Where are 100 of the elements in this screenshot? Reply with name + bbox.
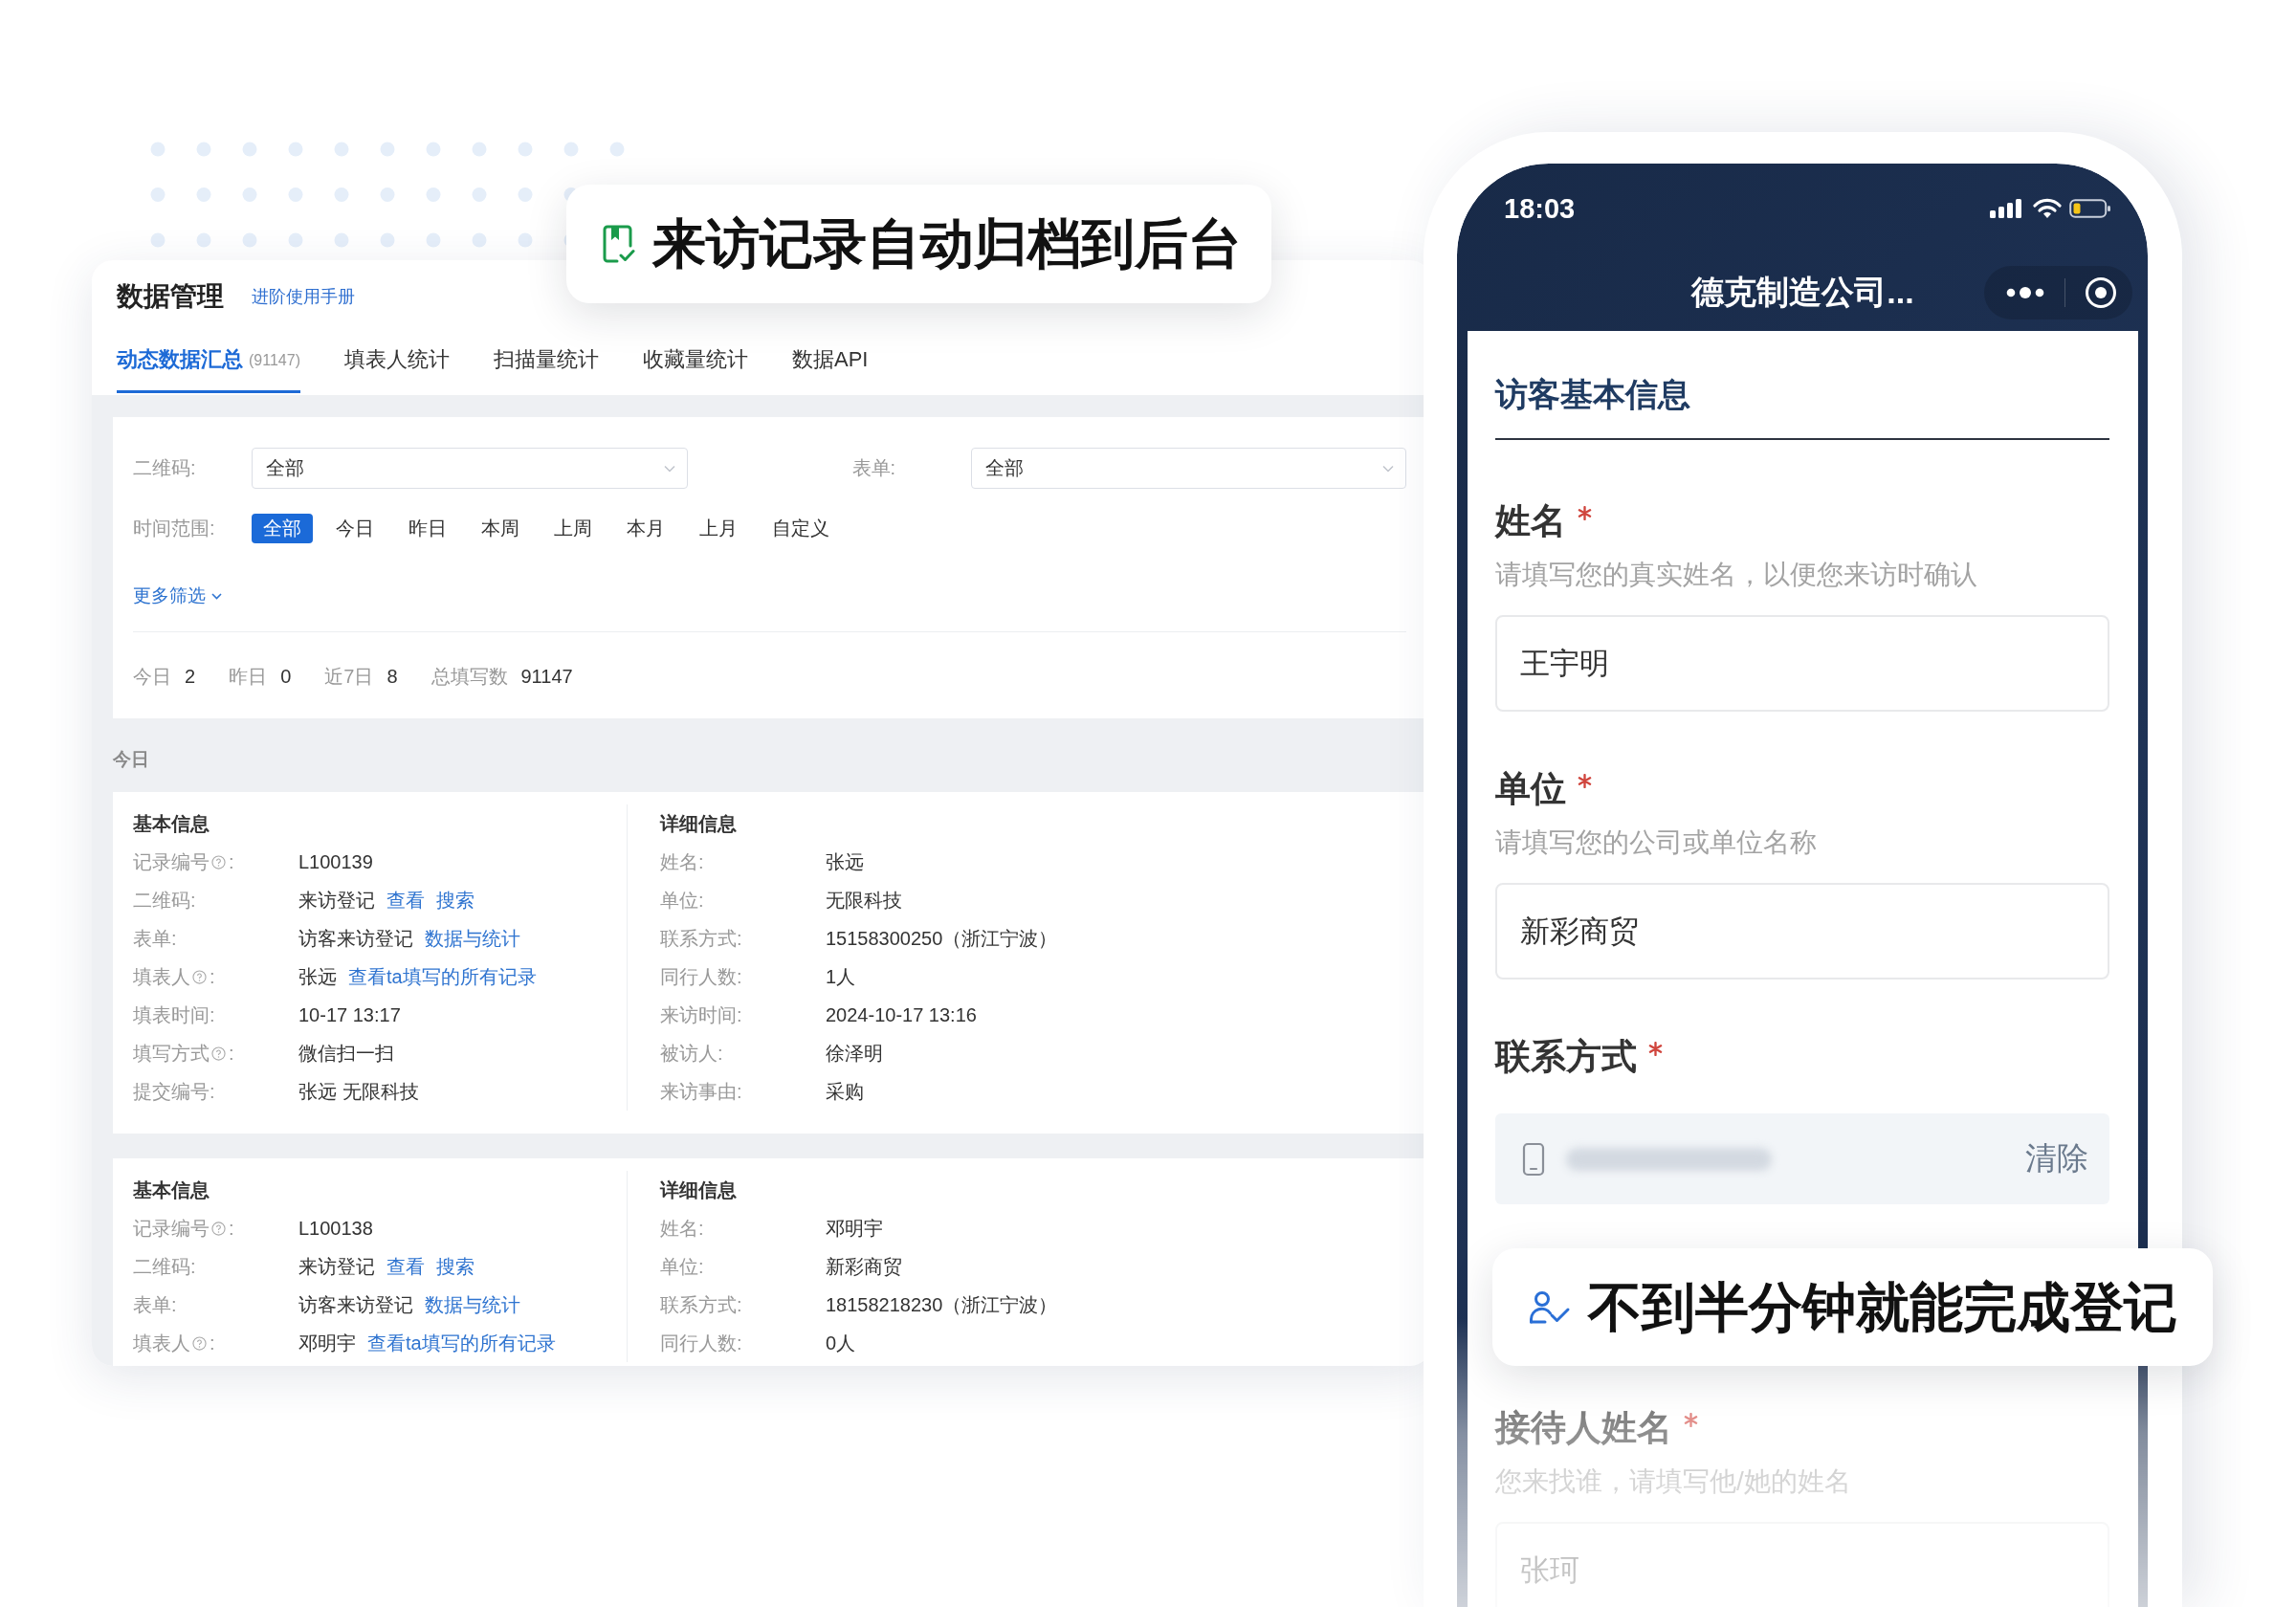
status-time: 18:03 <box>1504 192 1576 225</box>
field-label: 二维码: <box>133 888 196 913</box>
field-hint: 请填写您的公司或单位名称 <box>1495 827 1817 857</box>
filter-label: 二维码: <box>133 456 197 480</box>
field-label: 填表时间: <box>133 1002 215 1027</box>
time-range-option[interactable]: 自定义 <box>761 514 841 543</box>
more-filters-button[interactable]: 更多筛选 <box>133 583 222 609</box>
link[interactable]: 数据与统计 <box>425 925 520 952</box>
filter-label: 表单: <box>851 456 897 480</box>
help-icon[interactable] <box>211 1221 226 1236</box>
help-icon[interactable] <box>211 1046 226 1061</box>
link[interactable]: 搜索 <box>436 887 475 914</box>
link[interactable]: 查看 <box>386 887 425 914</box>
ring-dot-icon[interactable] <box>2085 275 2117 309</box>
link[interactable]: 查看ta填写的所有记录 <box>367 1330 556 1356</box>
help-icon[interactable] <box>211 854 226 870</box>
field-value: 15158300250（浙江宁波） <box>826 926 1058 951</box>
time-range-option[interactable]: 上月 <box>688 514 749 543</box>
field-label: 二维码: <box>133 1254 196 1279</box>
time-range-option[interactable]: 今日 <box>324 514 386 543</box>
field-label: 来访事由: <box>660 1079 742 1104</box>
clear-button[interactable]: 清除 <box>2025 1137 2088 1180</box>
stat-value: 91147 <box>520 665 573 689</box>
chevron-down-icon <box>211 592 222 600</box>
field-label: 联系方式: <box>660 926 742 951</box>
field-label: 表单: <box>133 926 177 951</box>
field-value: 邓明宇 <box>298 1331 356 1355</box>
time-range-option[interactable]: 全部 <box>252 514 313 543</box>
time-range-option[interactable]: 上周 <box>542 514 604 543</box>
time-range-option[interactable]: 本周 <box>470 514 531 543</box>
stat-value: 0 <box>280 665 292 689</box>
field-label: 姓名 <box>1495 500 1566 542</box>
field-value: 10-17 13:17 <box>298 1003 401 1026</box>
field-label: 填写方式 <box>133 1041 210 1066</box>
link[interactable]: 数据与统计 <box>425 1291 520 1318</box>
chevron-down-icon <box>1382 464 1394 473</box>
link[interactable]: 查看 <box>386 1253 425 1280</box>
phone-field[interactable]: 清除 <box>1495 1113 2109 1204</box>
field-value: 张远 <box>298 964 337 989</box>
field-value: 采购 <box>826 1079 864 1104</box>
panel-title: 数据管理 <box>117 280 224 313</box>
field-hint: 请填写您的真实姓名，以便您来访时确认 <box>1495 560 1977 589</box>
field-value: 0人 <box>826 1331 856 1355</box>
section-heading: 基本信息 <box>133 811 210 836</box>
battery-icon <box>2069 198 2111 219</box>
field-label: 填表人 <box>133 964 190 989</box>
field-value: 来访登记 <box>298 1254 375 1279</box>
stat-value: 8 <box>386 665 398 689</box>
field-label: 单位 <box>1495 768 1566 810</box>
time-range-option[interactable]: 昨日 <box>397 514 458 543</box>
tab[interactable]: 数据API <box>791 333 869 393</box>
stat-value: 2 <box>185 665 196 689</box>
field-label: 联系方式: <box>660 1292 742 1317</box>
label-colon: : <box>229 1042 234 1065</box>
help-icon[interactable] <box>192 969 207 984</box>
field-value: 微信扫一扫 <box>298 1041 394 1066</box>
field-label: 填表人 <box>133 1331 190 1355</box>
page-title: 德克制造公司... <box>1691 272 1914 312</box>
field-label: 联系方式 <box>1495 1036 1637 1078</box>
stat-label: 昨日 <box>229 665 268 689</box>
field-label: 同行人数: <box>660 964 742 989</box>
help-link[interactable]: 进阶使用手册 <box>252 285 355 308</box>
select-field[interactable]: 全部 <box>252 448 688 489</box>
field-value: L100139 <box>298 850 373 873</box>
link[interactable]: 查看ta填写的所有记录 <box>348 963 537 990</box>
tab[interactable]: 收藏量统计 <box>642 333 748 393</box>
tab[interactable]: 扫描量统计 <box>493 333 599 393</box>
input-field[interactable]: 王宇明 <box>1495 615 2109 712</box>
field-value: 张远 无限科技 <box>298 1079 419 1104</box>
field-value: L100138 <box>298 1217 373 1240</box>
help-icon[interactable] <box>192 1335 207 1351</box>
label-colon: : <box>210 1332 215 1354</box>
callout-text: 来访记录自动归档到后台 <box>652 212 1242 276</box>
group-label: 今日 <box>113 749 149 769</box>
time-range-option[interactable]: 本月 <box>615 514 676 543</box>
label-colon: : <box>229 1217 234 1240</box>
field-label: 姓名: <box>660 1216 704 1241</box>
field-value: 张远 <box>826 849 864 874</box>
user-check-icon <box>1529 1289 1571 1325</box>
link[interactable]: 搜索 <box>436 1253 475 1280</box>
field-value: 邓明宇 <box>826 1216 883 1241</box>
field-label: 被访人: <box>660 1041 723 1066</box>
field-value: 18158218230（浙江宁波） <box>826 1292 1058 1317</box>
bookmark-check-icon <box>603 225 635 263</box>
field-label: 来访时间: <box>660 1002 742 1027</box>
select-field[interactable]: 全部 <box>970 448 1406 489</box>
field-value: 新彩商贸 <box>826 1254 902 1279</box>
field-label: 单位: <box>660 1254 704 1279</box>
stat-label: 总填写数 <box>430 665 508 689</box>
field-value: 来访登记 <box>298 888 375 913</box>
tab[interactable]: 填表人统计 <box>343 333 450 393</box>
field-value: 2024-10-17 13:16 <box>826 1003 977 1026</box>
callout-text: 不到半分钟就能完成登记 <box>1588 1275 2177 1339</box>
field-label: 接待人姓名 <box>1495 1407 1672 1449</box>
filter-label: 时间范围: <box>133 517 216 540</box>
field-value: 访客来访登记 <box>298 926 413 951</box>
wifi-icon <box>2033 198 2062 219</box>
label-colon: : <box>210 965 215 988</box>
more-icon[interactable] <box>2005 285 2045 299</box>
input-field[interactable]: 新彩商贸 <box>1495 883 2109 980</box>
